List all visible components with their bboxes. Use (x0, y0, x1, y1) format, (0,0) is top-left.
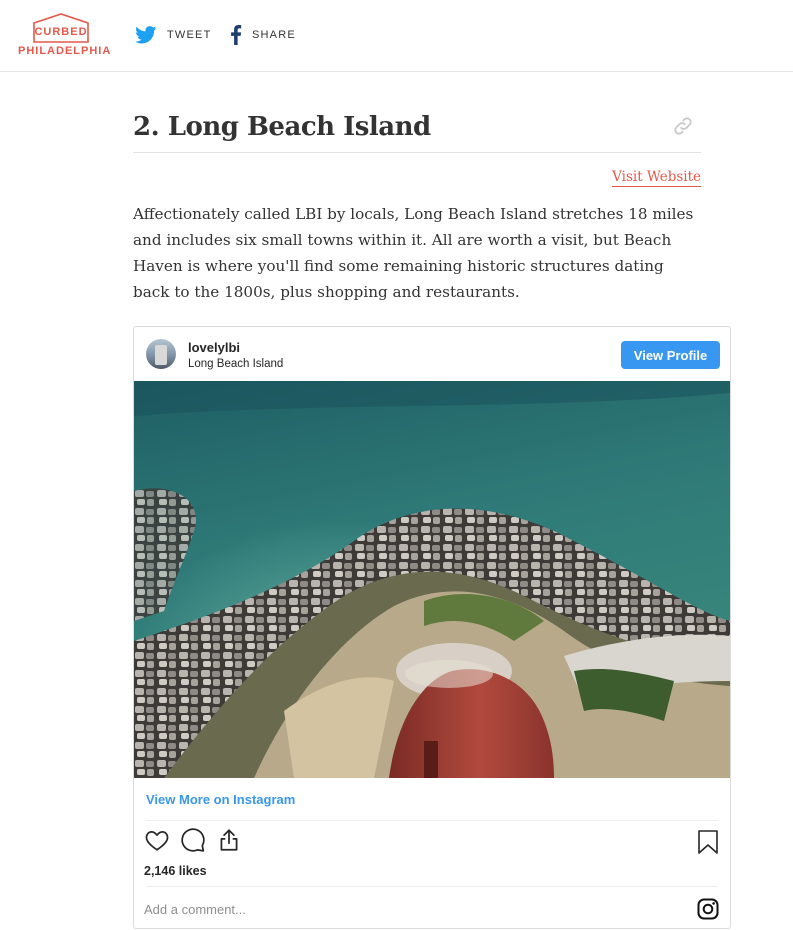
share-button[interactable]: SHARE (230, 24, 296, 46)
instagram-username[interactable]: lovelylbi (188, 340, 240, 355)
comment-icon[interactable] (180, 827, 206, 853)
logo-brand-text: CURBED (34, 26, 87, 38)
bookmark-icon[interactable] (696, 829, 720, 855)
logo-house-mark: CURBED (33, 13, 89, 43)
instagram-divider (146, 820, 718, 821)
view-profile-button[interactable]: View Profile (621, 341, 720, 369)
share-label: SHARE (252, 29, 296, 41)
instagram-photo-lighthouse-aerial[interactable] (134, 381, 730, 778)
logo-city-text: PHILADELPHIA (18, 45, 112, 57)
section-title: 2. Long Beach Island (133, 112, 431, 142)
avatar[interactable] (146, 339, 176, 369)
instagram-embed: lovelylbi Long Beach Island View Profile (133, 326, 731, 929)
heart-icon[interactable] (144, 827, 170, 853)
twitter-icon (135, 26, 157, 44)
instagram-like-count: 2,146 likes (144, 864, 207, 878)
visit-website-link[interactable]: Visit Website (612, 169, 701, 187)
facebook-icon (231, 25, 242, 45)
title-divider (133, 152, 701, 153)
instagram-action-bar (144, 827, 242, 853)
view-more-on-instagram-link[interactable]: View More on Instagram (146, 792, 295, 807)
curbed-philadelphia-logo[interactable]: CURBED PHILADELPHIA (18, 13, 112, 59)
instagram-icon[interactable] (696, 897, 720, 921)
tweet-label: TWEET (167, 29, 212, 41)
tweet-button[interactable]: TWEET (135, 24, 212, 46)
instagram-location[interactable]: Long Beach Island (188, 358, 283, 370)
section-body-text: Affectionately called LBI by locals, Lon… (133, 205, 694, 301)
comment-input[interactable] (144, 895, 684, 923)
share-icon[interactable] (216, 827, 242, 853)
instagram-divider (146, 886, 718, 887)
site-header: CURBED PHILADELPHIA TWEET SHARE (0, 0, 793, 72)
instagram-header: lovelylbi Long Beach Island View Profile (134, 327, 730, 381)
link-icon[interactable] (672, 115, 694, 137)
